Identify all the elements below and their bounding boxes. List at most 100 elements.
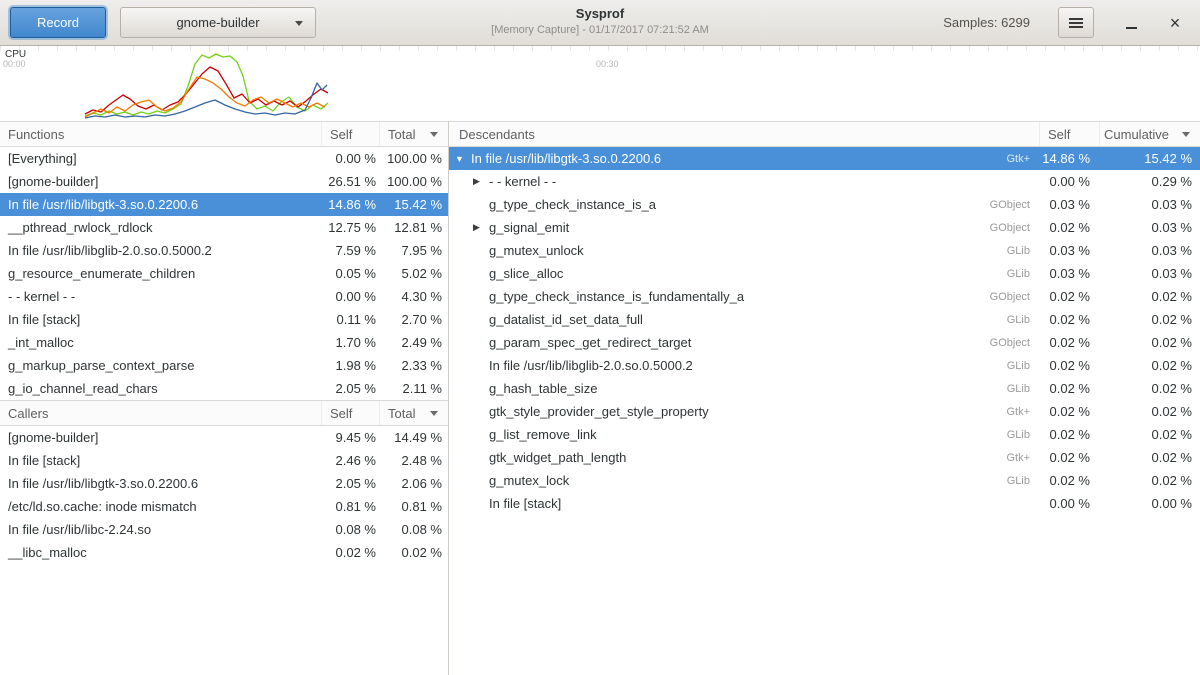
table-row[interactable]: [Everything]0.00 %100.00 % (0, 147, 448, 170)
expander-closed-icon[interactable]: ▶ (473, 176, 489, 187)
table-row[interactable]: - - kernel - -0.00 %4.30 % (0, 285, 448, 308)
menu-button[interactable] (1058, 7, 1094, 38)
table-row[interactable]: __pthread_rwlock_rdlock12.75 %12.81 % (0, 216, 448, 239)
cpu-graph[interactable]: CPU 00:00 00:30 (0, 46, 1200, 121)
tree-row[interactable]: In file /usr/lib/libglib-2.0.so.0.5000.2… (449, 354, 1200, 377)
tree-row[interactable]: g_list_remove_linkGLib0.02 %0.02 % (449, 423, 1200, 446)
column-descendants-cumulative-label: Cumulative (1104, 127, 1169, 142)
cell-self-percent: 0.03 % (1040, 243, 1100, 258)
close-button[interactable]: × (1160, 7, 1190, 38)
cell-function-name: /etc/ld.so.cache: inode mismatch (0, 499, 322, 514)
column-functions-total[interactable]: Total (380, 122, 448, 146)
table-row[interactable]: /etc/ld.so.cache: inode mismatch0.81 %0.… (0, 495, 448, 518)
column-callers-total[interactable]: Total (380, 401, 448, 425)
tree-row[interactable]: g_hash_table_sizeGLib0.02 %0.02 % (449, 377, 1200, 400)
record-button[interactable]: Record (10, 7, 106, 38)
table-row[interactable]: In file /usr/lib/libgtk-3.so.0.2200.62.0… (0, 472, 448, 495)
callers-header-row: Callers Self Total (0, 400, 448, 426)
cell-function-name: In file [stack] (489, 496, 1030, 511)
tree-row[interactable]: g_param_spec_get_redirect_targetGObject0… (449, 331, 1200, 354)
table-row[interactable]: In file [stack]2.46 %2.48 % (0, 449, 448, 472)
cell-library-tag: Gtk+ (1006, 153, 1040, 165)
expander-closed-icon[interactable]: ▶ (473, 222, 489, 233)
expander-open-icon[interactable]: ▼ (455, 154, 471, 164)
cell-library-tag: GLib (1007, 429, 1040, 441)
tree-row[interactable]: g_slice_allocGLib0.03 %0.03 % (449, 262, 1200, 285)
column-descendants[interactable]: Descendants (449, 122, 1040, 146)
cell-function-name: In file [stack] (0, 312, 322, 327)
cell-self-percent: 0.02 % (1040, 427, 1100, 442)
table-row[interactable]: [gnome-builder]9.45 %14.49 % (0, 426, 448, 449)
tree-row[interactable]: gtk_widget_path_lengthGtk+0.02 %0.02 % (449, 446, 1200, 469)
cell-cumulative-percent: 0.03 % (1100, 220, 1200, 235)
tree-row[interactable]: ▼In file /usr/lib/libgtk-3.so.0.2200.6Gt… (449, 147, 1200, 170)
cell-self-percent: 0.02 % (1040, 450, 1100, 465)
cell-function-name: - - kernel - - (0, 289, 322, 304)
column-descendants-self[interactable]: Self (1040, 122, 1100, 146)
chevron-down-icon (295, 21, 303, 26)
cell-self-percent: 0.03 % (1040, 266, 1100, 281)
tree-row[interactable]: g_mutex_unlockGLib0.03 %0.03 % (449, 239, 1200, 262)
cell-cumulative-percent: 0.02 % (1100, 312, 1200, 327)
cell-function-name: In file [stack] (0, 453, 322, 468)
column-descendants-cumulative[interactable]: Cumulative (1100, 122, 1200, 146)
cell-self-percent: 1.98 % (322, 358, 380, 373)
column-functions-self[interactable]: Self (322, 122, 380, 146)
table-row[interactable]: g_resource_enumerate_children0.05 %5.02 … (0, 262, 448, 285)
table-row[interactable]: g_markup_parse_context_parse1.98 %2.33 % (0, 354, 448, 377)
tree-row[interactable]: g_datalist_id_set_data_fullGLib0.02 %0.0… (449, 308, 1200, 331)
table-row[interactable]: g_io_channel_read_chars2.05 %2.11 % (0, 377, 448, 400)
table-row[interactable]: [gnome-builder]26.51 %100.00 % (0, 170, 448, 193)
table-row[interactable]: __libc_malloc0.02 %0.02 % (0, 541, 448, 564)
table-row[interactable]: In file /usr/lib/libc-2.24.so0.08 %0.08 … (0, 518, 448, 541)
column-callers[interactable]: Callers (0, 401, 322, 425)
process-selector[interactable]: gnome-builder (120, 7, 316, 38)
cell-self-percent: 2.05 % (322, 381, 380, 396)
cell-self-percent: 9.45 % (322, 430, 380, 445)
column-functions[interactable]: Functions (0, 122, 322, 146)
tree-row[interactable]: g_type_check_instance_is_aGObject0.03 %0… (449, 193, 1200, 216)
tree-row[interactable]: g_type_check_instance_is_fundamentally_a… (449, 285, 1200, 308)
cell-self-percent: 14.86 % (322, 197, 380, 212)
cell-function-name: g_markup_parse_context_parse (0, 358, 322, 373)
cell-self-percent: 0.02 % (1040, 473, 1100, 488)
tree-row[interactable]: ▶g_signal_emitGObject0.02 %0.03 % (449, 216, 1200, 239)
tree-row[interactable]: In file [stack]0.00 %0.00 % (449, 492, 1200, 515)
cell-library-tag: GLib (1007, 245, 1040, 257)
cell-function-name: g_mutex_unlock (489, 243, 1007, 258)
cell-cumulative-percent: 0.03 % (1100, 266, 1200, 281)
process-selector-label: gnome-builder (176, 15, 259, 30)
table-row[interactable]: _int_malloc1.70 %2.49 % (0, 331, 448, 354)
functions-header-row: Functions Self Total (0, 121, 448, 147)
tree-row[interactable]: g_mutex_lockGLib0.02 %0.02 % (449, 469, 1200, 492)
cell-function-name: In file /usr/lib/libgtk-3.so.0.2200.6 (0, 197, 322, 212)
cell-function-name: g_type_check_instance_is_a (489, 197, 990, 212)
cell-function-name: In file /usr/lib/libglib-2.0.so.0.5000.2 (489, 358, 1007, 373)
time-label-start: 00:00 (3, 59, 26, 69)
cell-function-name: - - kernel - - (489, 174, 1030, 189)
cell-self-percent: 0.02 % (1040, 335, 1100, 350)
cell-cumulative-percent: 0.02 % (1100, 427, 1200, 442)
cell-total-percent: 2.49 % (380, 335, 448, 350)
cell-total-percent: 14.49 % (380, 430, 448, 445)
minimize-button[interactable] (1116, 7, 1146, 38)
column-callers-self[interactable]: Self (322, 401, 380, 425)
table-row[interactable]: In file /usr/lib/libglib-2.0.so.0.5000.2… (0, 239, 448, 262)
cell-self-percent: 0.02 % (1040, 220, 1100, 235)
cell-total-percent: 5.02 % (380, 266, 448, 281)
tree-row[interactable]: ▶- - kernel - -0.00 %0.29 % (449, 170, 1200, 193)
cell-cumulative-percent: 15.42 % (1100, 151, 1200, 166)
cell-function-name: g_datalist_id_set_data_full (489, 312, 1007, 327)
cell-function-name: g_io_channel_read_chars (0, 381, 322, 396)
cell-self-percent: 0.02 % (1040, 358, 1100, 373)
table-row[interactable]: In file /usr/lib/libgtk-3.so.0.2200.614.… (0, 193, 448, 216)
cell-self-percent: 7.59 % (322, 243, 380, 258)
cell-self-percent: 0.02 % (1040, 312, 1100, 327)
cell-self-percent: 0.00 % (322, 151, 380, 166)
cell-total-percent: 2.11 % (380, 381, 448, 396)
cell-function-name: g_signal_emit (489, 220, 990, 235)
cell-function-name: In file /usr/lib/libc-2.24.so (0, 522, 322, 537)
table-row[interactable]: In file [stack]0.11 %2.70 % (0, 308, 448, 331)
cell-function-name: __libc_malloc (0, 545, 322, 560)
tree-row[interactable]: gtk_style_provider_get_style_propertyGtk… (449, 400, 1200, 423)
